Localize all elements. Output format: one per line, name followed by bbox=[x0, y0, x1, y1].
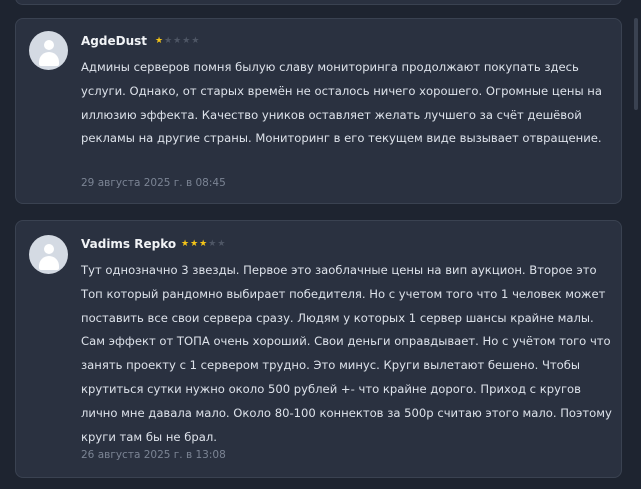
reviews-page: AgdeDust ★★★★★ Админы серверов помня был… bbox=[0, 0, 641, 489]
star-empty-icon: ★ bbox=[208, 239, 218, 249]
user-icon bbox=[43, 244, 54, 254]
scrollbar[interactable] bbox=[634, 18, 638, 110]
review-date: 29 августа 2025 г. в 08:45 bbox=[81, 177, 226, 189]
avatar bbox=[29, 31, 68, 70]
star-empty-icon: ★ bbox=[173, 36, 183, 46]
review-date: 26 августа 2025 г. в 13:08 bbox=[81, 449, 226, 461]
review-card-previous bbox=[15, 0, 622, 5]
review-author: AgdeDust bbox=[81, 34, 147, 48]
star-empty-icon: ★ bbox=[164, 36, 174, 46]
star-empty-icon: ★ bbox=[191, 36, 201, 46]
rating-stars: ★★★★★ bbox=[155, 35, 200, 47]
review-author: Vadims Repko bbox=[81, 237, 177, 251]
review-text: Админы серверов помня былую славу монито… bbox=[81, 60, 602, 146]
review-card: Vadims Repko ★★★★★ Тут однозначно 3 звез… bbox=[15, 220, 622, 478]
avatar bbox=[29, 235, 68, 274]
star-empty-icon: ★ bbox=[217, 239, 227, 249]
star-filled-icon: ★ bbox=[181, 239, 191, 249]
review-card: AgdeDust ★★★★★ Админы серверов помня был… bbox=[15, 18, 622, 204]
star-filled-icon: ★ bbox=[190, 239, 200, 249]
user-icon bbox=[43, 40, 54, 50]
rating-stars: ★★★★★ bbox=[181, 238, 226, 250]
star-filled-icon: ★ bbox=[199, 239, 209, 249]
star-empty-icon: ★ bbox=[182, 36, 192, 46]
star-filled-icon: ★ bbox=[155, 36, 165, 46]
review-text: Тут однозначно 3 звезды. Первое это заоб… bbox=[81, 263, 612, 444]
